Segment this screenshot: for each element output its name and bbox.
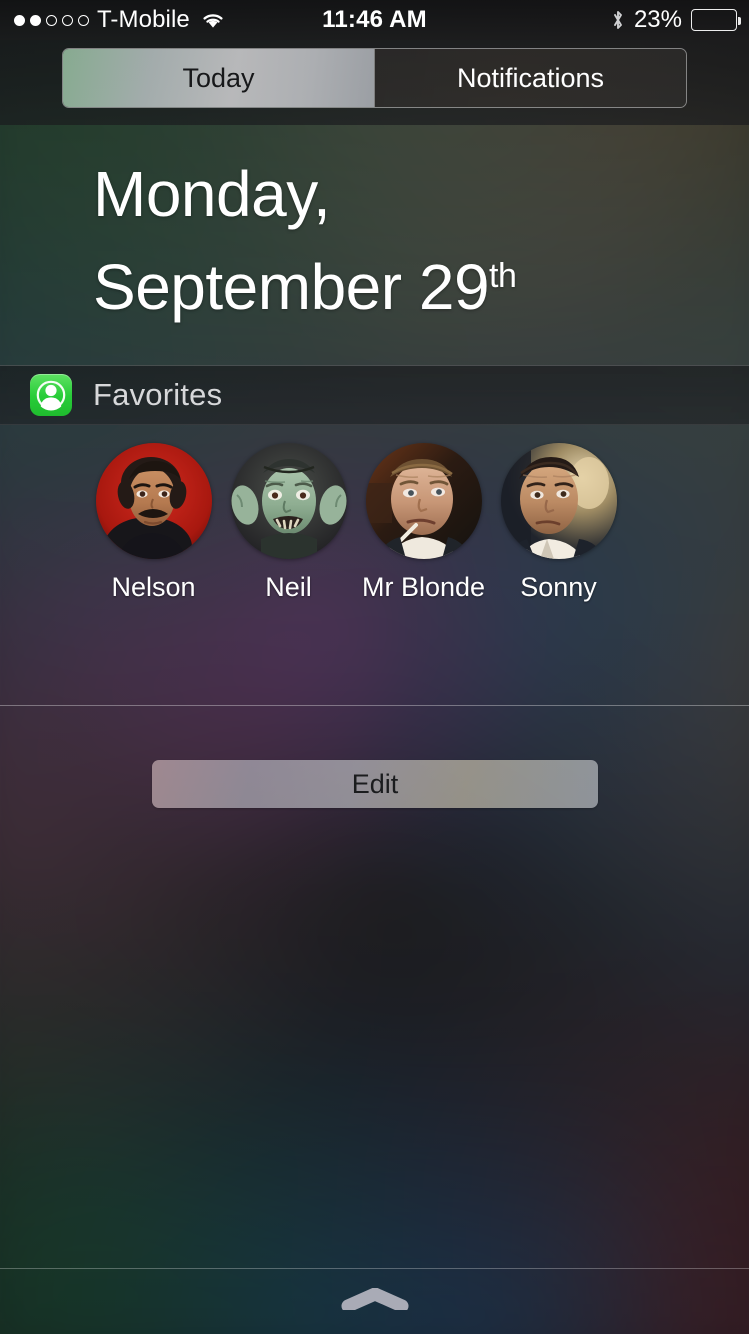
status-bar-right-group: 23% <box>611 6 741 34</box>
bottom-separator <box>0 1268 749 1269</box>
favorite-contact-name: Nelson <box>111 572 196 602</box>
date-line-weekday: Monday, <box>93 158 331 230</box>
date-ordinal-suffix: th <box>489 257 517 295</box>
tab-today[interactable]: Today <box>63 49 374 107</box>
favorites-widget-header[interactable]: Favorites <box>0 365 749 425</box>
neil-avatar[interactable] <box>230 443 347 559</box>
edit-button[interactable]: Edit <box>152 760 598 808</box>
favorites-widget-body: Nelson Neil Mr Blonde Sonny <box>0 425 749 705</box>
favorite-contact-name: Mr Blonde <box>361 572 486 602</box>
favorite-contact-sonny[interactable]: Sonny <box>491 443 626 603</box>
nelson-avatar[interactable] <box>95 443 212 559</box>
date-month-day: September 29 <box>93 251 490 323</box>
date-text: Monday, September 29th <box>93 153 517 328</box>
notification-center-today-view: T-Mobile 11:46 AM 23% Today Notification… <box>0 0 749 1334</box>
segmented-control[interactable]: Today Notifications <box>62 48 687 108</box>
mr-blonde-avatar[interactable] <box>365 443 482 559</box>
battery-percent-label: 23% <box>633 6 682 33</box>
favorite-contact-name: Neil <box>265 572 312 602</box>
status-bar: T-Mobile 11:46 AM 23% <box>0 0 749 40</box>
favorite-contact-mr-blonde[interactable]: Mr Blonde <box>356 443 491 603</box>
favorite-contact-neil[interactable]: Neil <box>221 443 356 603</box>
favorites-title: Favorites <box>93 377 223 412</box>
favorite-contact-nelson[interactable]: Nelson <box>86 443 221 603</box>
segmented-control-bar: Today Notifications <box>0 40 749 125</box>
favorite-contact-name: Sonny <box>520 572 597 602</box>
sonny-avatar[interactable] <box>500 443 617 559</box>
battery-icon <box>691 9 741 31</box>
bluetooth-icon <box>611 9 625 31</box>
favorites-bottom-separator <box>0 705 749 706</box>
tab-notifications[interactable]: Notifications <box>374 49 686 107</box>
date-header: Monday, September 29th <box>0 125 749 360</box>
favorites-contact-row: Nelson Neil Mr Blonde Sonny <box>86 443 626 603</box>
contacts-person-icon <box>30 374 72 416</box>
chevron-up-grabber-icon[interactable] <box>338 1287 412 1313</box>
date-line-monthday: September 29th <box>93 235 517 328</box>
